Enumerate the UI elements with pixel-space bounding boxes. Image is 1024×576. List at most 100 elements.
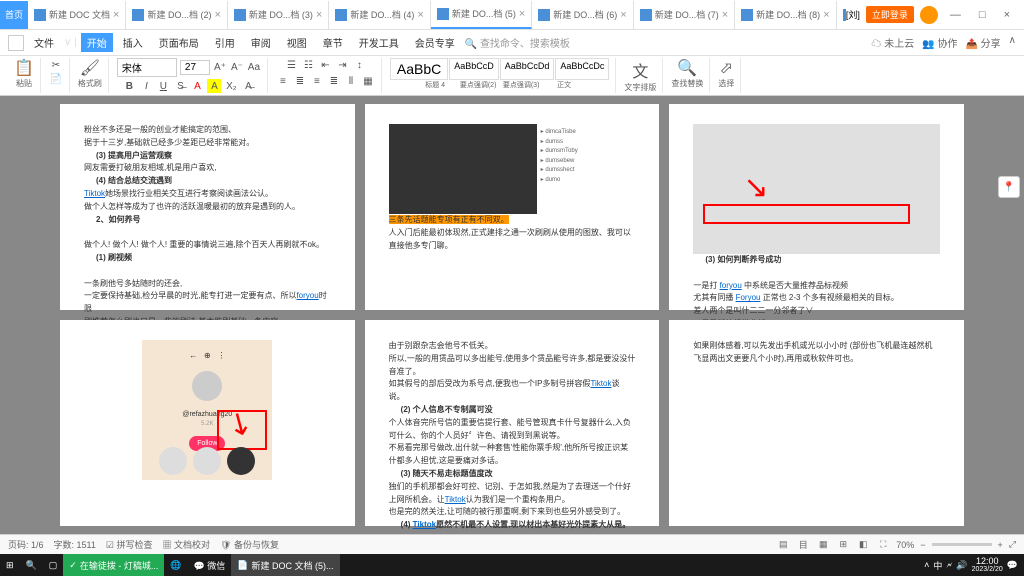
- collab-button[interactable]: 👥 协作: [922, 35, 957, 50]
- indent-inc-icon[interactable]: ⇥: [335, 58, 349, 72]
- link[interactable]: Tiktok: [445, 495, 466, 504]
- close-icon[interactable]: ×: [113, 9, 119, 21]
- app-icon[interactable]: [8, 35, 24, 51]
- page-indicator[interactable]: 页码: 1/6: [8, 538, 44, 551]
- font-color-icon[interactable]: A: [190, 79, 204, 93]
- close-icon[interactable]: ×: [722, 9, 728, 21]
- indent-dec-icon[interactable]: ⇤: [318, 58, 332, 72]
- menu-insert[interactable]: 插入: [117, 33, 149, 52]
- expand-icon[interactable]: ⤢: [1009, 539, 1016, 550]
- shrink-font-icon[interactable]: A⁻: [230, 61, 244, 75]
- side-panel-button[interactable]: 📍: [998, 176, 1020, 198]
- link[interactable]: Tiktok: [590, 379, 611, 388]
- search-hint[interactable]: 🔍 查找命令、搜索模板: [465, 35, 570, 50]
- case-icon[interactable]: Aa: [247, 61, 261, 75]
- style-1[interactable]: AaBbC: [390, 58, 448, 80]
- line-spacing-icon[interactable]: ⫴: [344, 74, 358, 88]
- zoom-in-button[interactable]: +: [998, 540, 1003, 550]
- home-tab[interactable]: 首页: [0, 1, 28, 29]
- sub-icon[interactable]: X₂: [224, 79, 238, 93]
- tab-7[interactable]: 新建 DO...档 (7)×: [634, 1, 735, 29]
- font-select[interactable]: 宋体: [117, 58, 177, 77]
- tab-4[interactable]: 新建 DO...档 (4)×: [329, 1, 430, 29]
- menu-view[interactable]: 视图: [281, 33, 313, 52]
- style-2[interactable]: AaBbCcD: [449, 58, 499, 80]
- tray-up-icon[interactable]: ˄: [924, 560, 929, 570]
- maximize-button[interactable]: □: [973, 9, 992, 21]
- menu-review[interactable]: 审阅: [245, 33, 277, 52]
- view-mode-4-icon[interactable]: ⊞: [836, 538, 850, 552]
- zoom-label[interactable]: 70%: [896, 540, 914, 550]
- notifications-icon[interactable]: 💬: [1007, 560, 1018, 571]
- search-button[interactable]: 🔍: [20, 554, 43, 576]
- cut-icon[interactable]: ✂: [49, 58, 63, 72]
- align-left-icon[interactable]: ≡: [276, 74, 290, 88]
- view-mode-2-icon[interactable]: 目: [796, 538, 810, 552]
- find-icon[interactable]: 🔍: [677, 58, 697, 78]
- link[interactable]: Tiktok: [84, 189, 105, 198]
- menu-dev[interactable]: 开发工具: [353, 33, 405, 52]
- task-wps[interactable]: 📄 新建 DOC 文档 (5)...: [231, 554, 339, 576]
- clear-icon[interactable]: A̶: [241, 79, 255, 93]
- view-mode-1-icon[interactable]: ▤: [776, 538, 790, 552]
- bullets-icon[interactable]: ☰: [284, 58, 298, 72]
- underline-icon[interactable]: U: [156, 79, 170, 93]
- select-icon[interactable]: ⬀: [720, 58, 733, 78]
- paste-icon[interactable]: 📋: [14, 58, 34, 78]
- style-gallery[interactable]: AaBbC AaBbCcD AaBbCcDd AaBbCcDc: [390, 58, 609, 80]
- file-menu[interactable]: 文件: [28, 33, 60, 52]
- sort-icon[interactable]: ↕: [352, 58, 366, 72]
- shading-icon[interactable]: ▦: [361, 74, 375, 88]
- tab-5[interactable]: 新建 DO...档 (5)×: [431, 1, 532, 29]
- link[interactable]: Tiktok: [413, 520, 436, 529]
- cloud-status[interactable]: ☁ 未上云: [871, 35, 914, 50]
- close-icon[interactable]: ×: [620, 9, 626, 21]
- tab-2[interactable]: 新建 DO...档 (2)×: [126, 1, 227, 29]
- taskview-button[interactable]: ▢: [43, 554, 64, 576]
- bold-icon[interactable]: B: [122, 79, 136, 93]
- link[interactable]: foryou: [296, 291, 318, 300]
- tray-volume-icon[interactable]: 🔊: [956, 560, 967, 571]
- clock-time[interactable]: 12:00: [972, 557, 1003, 566]
- align-right-icon[interactable]: ≡: [310, 74, 324, 88]
- tab-6[interactable]: 新建 DO...档 (6)×: [532, 1, 633, 29]
- tab-1[interactable]: 新建 DOC 文档×: [28, 1, 126, 29]
- strike-icon[interactable]: S̶: [173, 79, 187, 93]
- italic-icon[interactable]: I: [139, 79, 153, 93]
- backup-button[interactable]: 🛡 备份与恢复: [220, 538, 279, 551]
- fullscreen-icon[interactable]: ⛶: [876, 538, 890, 552]
- close-icon[interactable]: ×: [316, 9, 322, 21]
- zoom-slider[interactable]: [932, 543, 992, 546]
- menu-ref[interactable]: 引用: [209, 33, 241, 52]
- tab-3[interactable]: 新建 DO...档 (3)×: [228, 1, 329, 29]
- grow-font-icon[interactable]: A⁺: [213, 61, 227, 75]
- menu-start[interactable]: 开始: [81, 33, 113, 52]
- style-3[interactable]: AaBbCcDd: [500, 58, 555, 80]
- link[interactable]: foryou: [720, 281, 742, 290]
- copy-icon[interactable]: 📄: [49, 72, 63, 86]
- close-button[interactable]: ×: [998, 9, 1016, 21]
- menu-layout[interactable]: 页面布局: [153, 33, 205, 52]
- close-icon[interactable]: ×: [519, 8, 525, 20]
- link[interactable]: Foryou: [736, 293, 761, 302]
- size-select[interactable]: 27: [180, 60, 210, 75]
- align-center-icon[interactable]: ≣: [293, 74, 307, 88]
- text-tools-icon[interactable]: 文: [632, 58, 648, 82]
- clock-date[interactable]: 2023/2/20: [972, 566, 1003, 573]
- style-4[interactable]: AaBbCcDc: [555, 58, 609, 80]
- close-icon[interactable]: ×: [823, 9, 829, 21]
- start-button[interactable]: ⊞: [0, 554, 20, 576]
- menu-section[interactable]: 章节: [317, 33, 349, 52]
- task-chrome[interactable]: 🌐: [164, 554, 187, 576]
- format-painter-icon[interactable]: 🖌: [80, 58, 100, 78]
- highlight-icon[interactable]: A: [207, 79, 221, 93]
- close-icon[interactable]: ×: [214, 9, 220, 21]
- proofread-button[interactable]: ▦ 文档校对: [162, 538, 210, 551]
- menu-member[interactable]: 会员专享: [409, 33, 461, 52]
- close-icon[interactable]: ×: [417, 9, 423, 21]
- tab-8[interactable]: 新建 DO...档 (8)×: [735, 1, 836, 29]
- tray-ime-icon[interactable]: 中: [933, 559, 942, 572]
- tab-9[interactable]: 新建 DO...档 (9)×: [837, 1, 846, 29]
- numbering-icon[interactable]: ☷: [301, 58, 315, 72]
- view-mode-3-icon[interactable]: ▦: [816, 538, 830, 552]
